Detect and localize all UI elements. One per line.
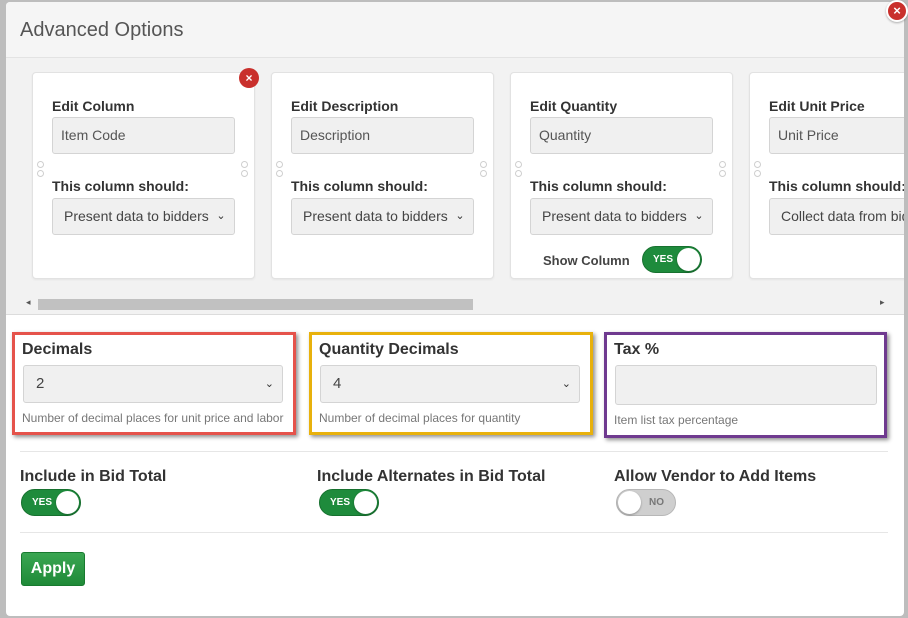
show-column-label: Show Column bbox=[543, 253, 630, 268]
toggle-knob bbox=[354, 491, 377, 514]
column-card-item-code: Edit Column Item Code This column should… bbox=[32, 72, 255, 279]
card-title: Edit Column bbox=[52, 98, 135, 114]
quantity-decimals-help: Number of decimal places for quantity bbox=[319, 411, 521, 425]
horizontal-scrollbar[interactable]: ◂ ▸ bbox=[6, 296, 904, 312]
drag-handle-right-icon[interactable] bbox=[241, 161, 249, 189]
decimals-value: 2 bbox=[36, 375, 45, 392]
include-alternates-label: Include Alternates in Bid Total bbox=[317, 468, 546, 485]
select-value: Collect data from bidders bbox=[781, 208, 904, 224]
chevron-down-icon: ⌄ bbox=[692, 199, 706, 234]
scroll-left-arrow-icon[interactable]: ◂ bbox=[26, 297, 31, 308]
drag-handle-left-icon[interactable] bbox=[515, 161, 523, 189]
quantity-decimals-label: Quantity Decimals bbox=[319, 341, 459, 358]
select-value: Present data to bidders bbox=[303, 208, 448, 224]
column-name-input[interactable]: Unit Price bbox=[769, 117, 904, 154]
column-card-unit-price: Edit Unit Price Unit Price This column s… bbox=[749, 72, 904, 279]
card-title: Edit Quantity bbox=[530, 98, 618, 114]
chevron-down-icon: ⌄ bbox=[214, 199, 228, 234]
modal-title: Advanced Options bbox=[20, 19, 184, 41]
decimals-select[interactable]: 2 ⌄ bbox=[23, 365, 283, 403]
column-cards-carousel[interactable]: Edit Column Item Code This column should… bbox=[6, 58, 904, 315]
drag-handle-left-icon[interactable] bbox=[754, 161, 762, 189]
toggle-state: YES bbox=[330, 497, 351, 508]
column-card-quantity: Edit Quantity Quantity This column shoul… bbox=[510, 72, 733, 279]
tax-label: Tax % bbox=[614, 341, 660, 358]
include-in-bid-total-toggle[interactable]: YES bbox=[21, 489, 81, 516]
column-name-input[interactable]: Description bbox=[291, 117, 474, 154]
select-value: Present data to bidders bbox=[542, 208, 687, 224]
card-title: Edit Description bbox=[291, 98, 399, 114]
column-name-input[interactable]: Quantity bbox=[530, 117, 713, 154]
card-title: Edit Unit Price bbox=[769, 98, 865, 114]
tax-help: Item list tax percentage bbox=[614, 413, 739, 427]
chevron-down-icon: ⌄ bbox=[264, 378, 274, 390]
toggle-knob bbox=[56, 491, 79, 514]
column-should-label: This column should: bbox=[291, 178, 428, 194]
column-name-input[interactable]: Item Code bbox=[52, 117, 235, 154]
toggle-knob bbox=[618, 491, 641, 514]
tax-input[interactable] bbox=[615, 365, 877, 405]
advanced-options-modal: Advanced Options Edit Column Item Code T… bbox=[6, 2, 904, 616]
decimals-help: Number of decimal places for unit price … bbox=[22, 411, 284, 425]
chevron-down-icon: ⌄ bbox=[561, 378, 571, 390]
close-icon[interactable]: × bbox=[886, 0, 908, 22]
apply-button[interactable]: Apply bbox=[21, 552, 85, 586]
column-should-label: This column should: bbox=[769, 178, 904, 194]
tax-box: Tax % Item list tax percentage bbox=[604, 332, 887, 438]
allow-vendor-add-items-label: Allow Vendor to Add Items bbox=[614, 468, 817, 485]
toggle-state: NO bbox=[649, 497, 664, 508]
drag-handle-left-icon[interactable] bbox=[276, 161, 284, 189]
show-column-toggle[interactable]: YES bbox=[642, 246, 702, 273]
scroll-right-arrow-icon[interactable]: ▸ bbox=[880, 297, 885, 308]
decimals-box: Decimals 2 ⌄ Number of decimal places fo… bbox=[12, 332, 296, 435]
column-should-label: This column should: bbox=[52, 178, 189, 194]
column-behavior-select[interactable]: Present data to bidders ⌄ bbox=[52, 198, 235, 235]
scrollbar-thumb[interactable] bbox=[38, 299, 473, 310]
quantity-decimals-box: Quantity Decimals 4 ⌄ Number of decimal … bbox=[309, 332, 593, 435]
toggle-state: YES bbox=[32, 497, 53, 508]
remove-column-button[interactable]: × bbox=[239, 68, 259, 88]
decimals-label: Decimals bbox=[22, 341, 93, 358]
drag-handle-left-icon[interactable] bbox=[37, 161, 45, 189]
chevron-down-icon: ⌄ bbox=[453, 199, 467, 234]
select-value: Present data to bidders bbox=[64, 208, 209, 224]
divider bbox=[20, 451, 888, 452]
quantity-decimals-select[interactable]: 4 ⌄ bbox=[320, 365, 580, 403]
drag-handle-right-icon[interactable] bbox=[480, 161, 488, 189]
column-behavior-select[interactable]: Collect data from bidders ⌄ bbox=[769, 198, 904, 235]
include-alternates-toggle[interactable]: YES bbox=[319, 489, 379, 516]
column-should-label: This column should: bbox=[530, 178, 667, 194]
divider bbox=[20, 532, 888, 533]
quantity-decimals-value: 4 bbox=[333, 375, 342, 392]
toggle-knob bbox=[677, 248, 700, 271]
column-behavior-select[interactable]: Present data to bidders ⌄ bbox=[530, 198, 713, 235]
toggle-state: YES bbox=[653, 254, 674, 265]
modal-header: Advanced Options bbox=[6, 2, 904, 58]
include-in-bid-total-label: Include in Bid Total bbox=[20, 468, 167, 485]
column-behavior-select[interactable]: Present data to bidders ⌄ bbox=[291, 198, 474, 235]
column-card-description: Edit Description Description This column… bbox=[271, 72, 494, 279]
allow-vendor-add-items-toggle[interactable]: NO bbox=[616, 489, 676, 516]
drag-handle-right-icon[interactable] bbox=[719, 161, 727, 189]
